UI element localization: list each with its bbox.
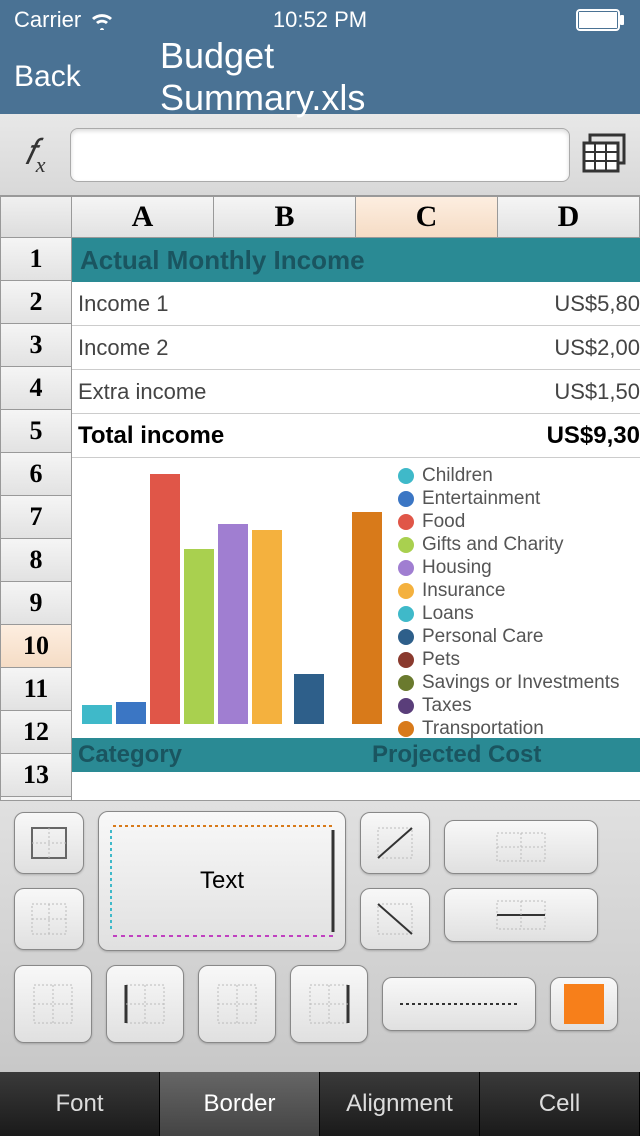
row-header[interactable]: 7 — [0, 496, 72, 539]
col-header-b[interactable]: B — [214, 196, 356, 238]
border-vmid-button[interactable] — [198, 965, 276, 1043]
tab-cell[interactable]: Cell — [480, 1072, 640, 1136]
border-outer-button[interactable] — [14, 812, 84, 874]
category-header-row: Category Projected Cost — [72, 738, 640, 772]
border-hmid-button[interactable] — [444, 888, 598, 942]
back-button[interactable]: Back — [14, 60, 81, 94]
tab-border[interactable]: Border — [160, 1072, 320, 1136]
col-header-a[interactable]: A — [72, 196, 214, 238]
row-header[interactable]: 8 — [0, 539, 72, 582]
legend-item: Insurance — [398, 579, 640, 602]
chart-bar — [252, 530, 282, 724]
formula-bar: 𝑓x — [0, 114, 640, 196]
carrier-label: Carrier — [14, 7, 81, 33]
battery-icon — [576, 9, 626, 31]
row-header[interactable]: 5 — [0, 410, 72, 453]
border-top-button[interactable] — [444, 820, 598, 874]
status-bar: Carrier 10:52 PM — [0, 0, 640, 40]
border-left2-button[interactable] — [106, 965, 184, 1043]
legend-item: Personal Care — [398, 625, 640, 648]
table-row: Income 2US$2,00 — [72, 326, 640, 370]
chart-bar — [116, 702, 146, 725]
border-none-button[interactable] — [14, 888, 84, 950]
legend-item: Food — [398, 510, 640, 533]
page-title: Budget Summary.xls — [160, 35, 480, 119]
chart-bar — [218, 524, 248, 724]
column-headers: A B C D — [0, 196, 640, 238]
row-header[interactable]: 12 — [0, 711, 72, 754]
table-row: Income 1US$5,80 — [72, 282, 640, 326]
legend-item: Entertainment — [398, 487, 640, 510]
border-diag-up-button[interactable] — [360, 812, 430, 874]
formula-input[interactable] — [70, 128, 570, 182]
chart-bar — [184, 549, 214, 724]
tab-font[interactable]: Font — [0, 1072, 160, 1136]
row-header[interactable]: 10 — [0, 625, 72, 668]
chart-bar — [82, 705, 112, 724]
legend-item: Loans — [398, 602, 640, 625]
border-preview[interactable]: Text — [98, 811, 346, 951]
sheets-icon[interactable] — [580, 133, 630, 177]
chart-bar — [150, 474, 180, 724]
row-header[interactable]: 4 — [0, 367, 72, 410]
row-header[interactable]: 9 — [0, 582, 72, 625]
col-header-d[interactable]: D — [498, 196, 640, 238]
embedded-chart: ChildrenEntertainmentFoodGifts and Chari… — [72, 458, 640, 738]
section-header: Actual Monthly Income — [72, 238, 640, 282]
wifi-icon — [89, 10, 115, 30]
nav-header: Back Budget Summary.xls — [0, 40, 640, 114]
border-color-button[interactable] — [550, 977, 618, 1031]
table-row: Extra incomeUS$1,50 — [72, 370, 640, 414]
select-all-corner[interactable] — [0, 196, 72, 238]
legend-item: Gifts and Charity — [398, 533, 640, 556]
format-tabs: Font Border Alignment Cell — [0, 1072, 640, 1136]
row-header[interactable]: 13 — [0, 754, 72, 797]
preview-text: Text — [200, 867, 244, 895]
cell-grid[interactable]: Actual Monthly Income Income 1US$5,80 In… — [72, 238, 640, 800]
format-panel: Text — [0, 800, 640, 1072]
tab-alignment[interactable]: Alignment — [320, 1072, 480, 1136]
row-header[interactable]: 3 — [0, 324, 72, 367]
row-header[interactable]: 6 — [0, 453, 72, 496]
row-header[interactable]: 11 — [0, 668, 72, 711]
fx-icon[interactable]: 𝑓x — [10, 131, 60, 178]
row-headers: 1 2 3 4 5 6 7 8 9 10 11 12 13 14 — [0, 238, 72, 800]
table-row-total: Total incomeUS$9,30 — [72, 414, 640, 458]
border-right-button[interactable] — [290, 965, 368, 1043]
legend-item: Children — [398, 464, 640, 487]
clock: 10:52 PM — [273, 7, 367, 33]
spreadsheet: A B C D 1 2 3 4 5 6 7 8 9 10 11 12 13 14… — [0, 196, 640, 800]
chart-bar — [294, 674, 324, 724]
legend-item: Taxes — [398, 694, 640, 717]
legend-item: Pets — [398, 648, 640, 671]
row-header[interactable]: 2 — [0, 281, 72, 324]
border-diag-down-button[interactable] — [360, 888, 430, 950]
chart-bar — [352, 512, 382, 725]
col-header-c[interactable]: C — [356, 196, 498, 238]
legend-item: Savings or Investments — [398, 671, 640, 694]
row-header[interactable]: 14 — [0, 797, 72, 800]
legend-item: Housing — [398, 556, 640, 579]
legend-item: Transportation — [398, 717, 640, 740]
border-style-button[interactable] — [382, 977, 536, 1031]
border-left-button[interactable] — [14, 965, 92, 1043]
row-header[interactable]: 1 — [0, 238, 72, 281]
